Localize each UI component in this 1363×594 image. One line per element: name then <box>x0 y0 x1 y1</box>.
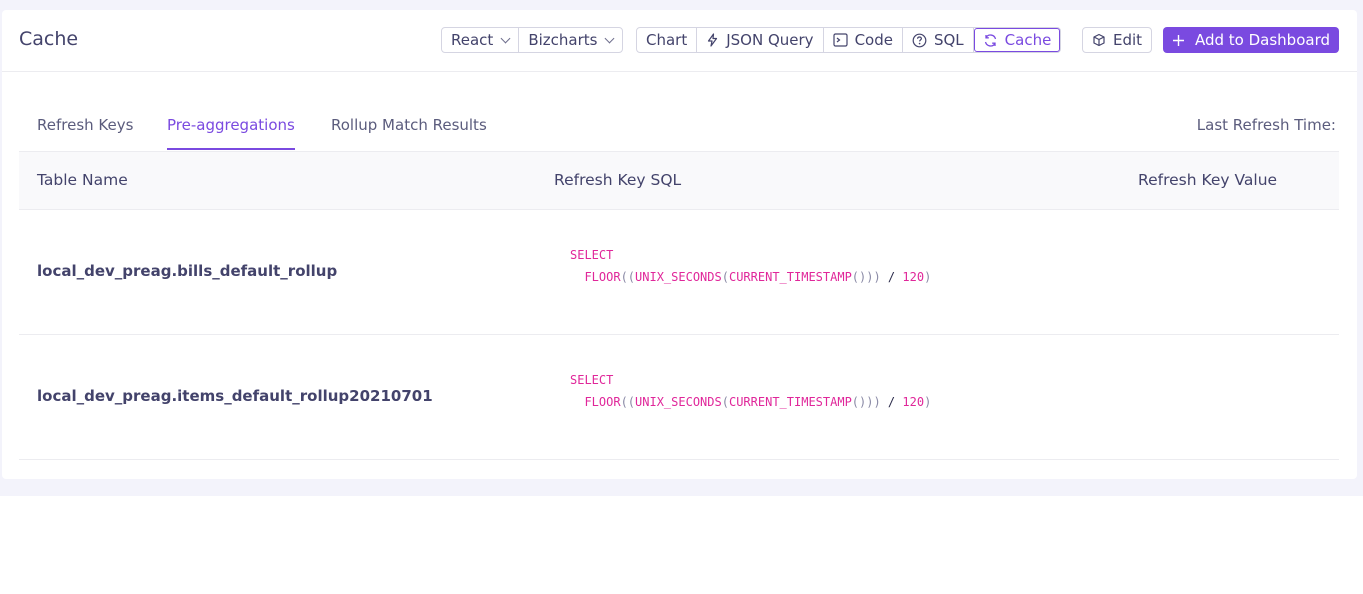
refresh-key-sql-cell: SELECT FLOOR((UNIX_SECONDS(CURRENT_TIMES… <box>570 248 932 284</box>
cache-card: Cache React Bizcharts Chart JSON Query C… <box>2 10 1357 479</box>
code-icon <box>832 33 848 47</box>
cache-subtabs: Refresh Keys Pre-aggregations Rollup Mat… <box>19 102 1339 152</box>
question-circle-icon <box>912 33 927 47</box>
table-row: local_dev_preag.items_default_rollup2021… <box>19 335 1339 460</box>
tab-json-query-label: JSON Query <box>726 31 814 49</box>
edit-label: Edit <box>1113 31 1143 49</box>
sql-number: 120 <box>902 270 925 284</box>
lightning-icon <box>708 33 718 47</box>
plus-icon <box>1172 34 1184 46</box>
framework-select[interactable]: React <box>442 28 520 52</box>
sql-current-timestamp: CURRENT_TIMESTAMP <box>728 270 852 284</box>
page-title: Cache <box>19 28 79 50</box>
tab-chart-label: Chart <box>646 31 688 49</box>
tab-sql-label: SQL <box>933 31 964 49</box>
tab-chart[interactable]: Chart <box>637 28 698 52</box>
table-name-cell: local_dev_preag.bills_default_rollup <box>37 262 338 280</box>
framework-select-group: React Bizcharts <box>441 27 624 53</box>
sql-floor-function: FLOOR <box>584 270 621 284</box>
table-name-cell: local_dev_preag.items_default_rollup2021… <box>37 387 433 405</box>
tab-cache-label: Cache <box>1004 31 1052 49</box>
tab-rollup-match-results[interactable]: Rollup Match Results <box>331 116 487 148</box>
card-header: Cache React Bizcharts Chart JSON Query C… <box>2 10 1357 72</box>
tab-pre-aggregations[interactable]: Pre-aggregations <box>167 116 295 150</box>
tab-cache[interactable]: Cache <box>973 28 1061 52</box>
tab-sql[interactable]: SQL <box>903 28 974 52</box>
add-to-dashboard-button[interactable]: Add to Dashboard <box>1163 27 1339 53</box>
add-to-dashboard-label: Add to Dashboard <box>1194 31 1330 49</box>
library-select[interactable]: Bizcharts <box>519 28 622 52</box>
sql-select-keyword: SELECT <box>570 248 614 262</box>
tab-refresh-keys[interactable]: Refresh Keys <box>37 116 133 148</box>
column-header-table-name: Table Name <box>37 171 128 189</box>
edit-button-wrapper: Edit <box>1082 27 1153 53</box>
sql-floor-function: FLOOR <box>584 395 621 409</box>
sql-unix-seconds-function: UNIX_SECONDS <box>635 270 722 284</box>
refresh-key-sql-cell: SELECT FLOOR((UNIX_SECONDS(CURRENT_TIMES… <box>570 373 932 409</box>
sql-current-timestamp: CURRENT_TIMESTAMP <box>728 395 852 409</box>
chevron-down-icon <box>605 33 615 43</box>
view-tabs: Chart JSON Query Code SQL Cache <box>636 27 1062 53</box>
column-header-refresh-key-sql: Refresh Key SQL <box>554 171 682 189</box>
edit-button[interactable]: Edit <box>1083 28 1151 52</box>
sql-unix-seconds-function: UNIX_SECONDS <box>635 395 722 409</box>
pre-aggregations-table: Table Name Refresh Key SQL Refresh Key V… <box>19 151 1339 460</box>
table-row: local_dev_preag.bills_default_rollup SEL… <box>19 210 1339 335</box>
table-header: Table Name Refresh Key SQL Refresh Key V… <box>19 151 1339 210</box>
library-label: Bizcharts <box>528 31 598 49</box>
sql-divide-operator: / <box>887 270 896 284</box>
sql-divide-operator: / <box>887 395 896 409</box>
sql-number: 120 <box>902 395 925 409</box>
sql-select-keyword: SELECT <box>570 373 614 387</box>
cube-icon <box>1093 33 1105 47</box>
framework-label: React <box>451 31 494 49</box>
chevron-down-icon <box>500 33 511 43</box>
tab-code[interactable]: Code <box>824 28 903 52</box>
sync-icon <box>984 33 996 47</box>
column-header-refresh-key-value: Refresh Key Value <box>1138 171 1278 189</box>
last-refresh-time: Last Refresh Time: <box>1196 116 1336 134</box>
tab-json-query[interactable]: JSON Query <box>697 28 824 52</box>
tab-code-label: Code <box>854 31 893 49</box>
